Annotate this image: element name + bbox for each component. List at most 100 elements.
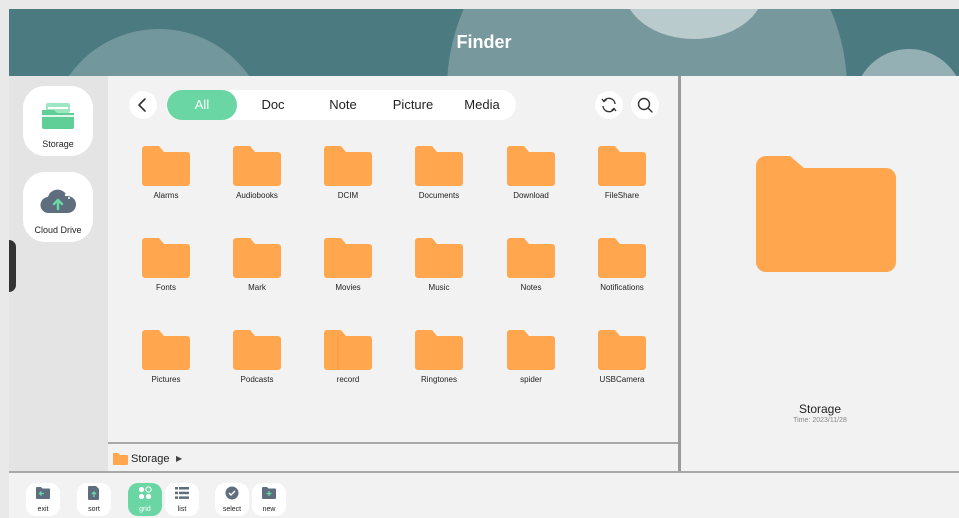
app-title: Finder [456,32,512,52]
folder-documents[interactable]: Documents [394,146,484,216]
title-bar: Finder [9,9,959,76]
bottom-toolbar: exit sort grid list select new [9,473,959,518]
folder-icon [324,146,372,186]
folder-notifications[interactable]: Notifications [577,238,667,308]
folder-name: Notes [520,283,542,292]
folder-name: DCIM [337,191,359,200]
folder-record[interactable]: record [303,330,393,400]
select-label: select [222,506,242,513]
search-button[interactable] [631,91,659,119]
folder-icon [507,330,555,370]
folder-movies[interactable]: Movies [303,238,393,308]
folder-name: Download [513,191,549,200]
list-icon [175,487,189,499]
folder-name: Audiobooks [236,191,278,200]
folder-name: Music [428,283,450,292]
search-icon [637,97,653,113]
new-folder-button[interactable]: new [252,483,286,516]
exit-label: exit [37,506,49,513]
tab-media[interactable]: Media [447,90,517,120]
folder-pictures[interactable]: Pictures [121,330,211,400]
folder-icon [233,238,281,278]
sort-label: sort [88,506,100,513]
folder-icon [507,146,555,186]
folder-mark[interactable]: Mark [212,238,302,308]
folder-icon [598,330,646,370]
select-check-icon [225,486,239,500]
tab-all[interactable]: All [167,90,237,120]
refresh-icon [601,97,617,113]
finder-app: Finder Storage Cloud Drive All Doc Note … [0,0,959,518]
list-button[interactable]: list [165,483,199,516]
folder-name: record [336,375,360,384]
folder-icon [324,238,372,278]
folder-ringtones[interactable]: Ringtones [394,330,484,400]
folder-icon [415,238,463,278]
sidebar-item-label: Cloud Drive [34,225,82,235]
refresh-button[interactable] [595,91,623,119]
list-label: list [177,506,187,513]
folder-audiobooks[interactable]: Audiobooks [212,146,302,216]
folder-icon [233,146,281,186]
cloud-upload-icon [40,189,76,214]
folder-download[interactable]: Download [486,146,576,216]
chevron-left-icon [138,98,146,112]
back-button[interactable] [129,91,157,119]
grid-icon [138,486,152,500]
folder-name: Alarms [153,191,179,200]
folder-name: USBCamera [599,375,645,384]
folder-icon [142,330,190,370]
breadcrumb: Storage ▶ [108,442,680,473]
folder-preview-icon [756,156,896,272]
folder-icon [598,146,646,186]
folder-usbcamera[interactable]: USBCamera [577,330,667,400]
tab-doc[interactable]: Doc [238,90,308,120]
new-label: new [262,506,276,513]
collapse-handle[interactable] [9,240,16,292]
folder-dcim[interactable]: DCIM [303,146,393,216]
folder-notes[interactable]: Notes [486,238,576,308]
sort-button[interactable]: sort [77,483,111,516]
filter-tabs: All Doc Note Picture Media [166,90,516,120]
folder-icon [598,238,646,278]
folder-icon [324,330,372,370]
folder-fileshare[interactable]: FileShare [577,146,667,216]
grid-button[interactable]: grid [128,483,162,516]
breadcrumb-item[interactable]: Storage [131,453,170,465]
storage-folder-icon [42,103,74,129]
exit-icon [36,487,50,499]
folder-name: Fonts [155,283,176,292]
folder-alarms[interactable]: Alarms [121,146,211,216]
folder-name: spider [520,375,542,384]
breadcrumb-arrow-icon: ▶ [176,454,183,463]
folder-name: Notifications [600,283,644,292]
folder-music[interactable]: Music [394,238,484,308]
folder-spider[interactable]: spider [486,330,576,400]
sidebar-item-storage[interactable]: Storage [23,86,93,156]
folder-name: Ringtones [420,375,458,384]
folder-name: Mark [248,283,266,292]
header-decoration [854,49,959,76]
folder-icon [415,146,463,186]
folder-icon [142,146,190,186]
grid-label: grid [139,506,151,513]
folder-icon [507,238,555,278]
folder-podcasts[interactable]: Podcasts [212,330,302,400]
folder-icon [415,330,463,370]
sidebar: Storage Cloud Drive [9,76,108,471]
preview-time: Time: 2023/11/28 [793,417,847,424]
tab-note[interactable]: Note [308,90,378,120]
preview-panel: Storage Time: 2023/11/28 [681,76,959,471]
tab-picture[interactable]: Picture [378,90,448,120]
exit-button[interactable]: exit [26,483,60,516]
sidebar-item-label: Storage [42,139,74,149]
select-button[interactable]: select [215,483,249,516]
folder-icon [142,238,190,278]
folder-icon [113,453,128,465]
sidebar-item-cloud-drive[interactable]: Cloud Drive [23,172,93,242]
preview-name: Storage [798,402,842,416]
file-browser: All Doc Note Picture Media Alarms Audiob… [108,76,680,442]
folder-fonts[interactable]: Fonts [121,238,211,308]
folder-name: FileShare [604,191,640,200]
folder-name: Documents [418,191,460,200]
